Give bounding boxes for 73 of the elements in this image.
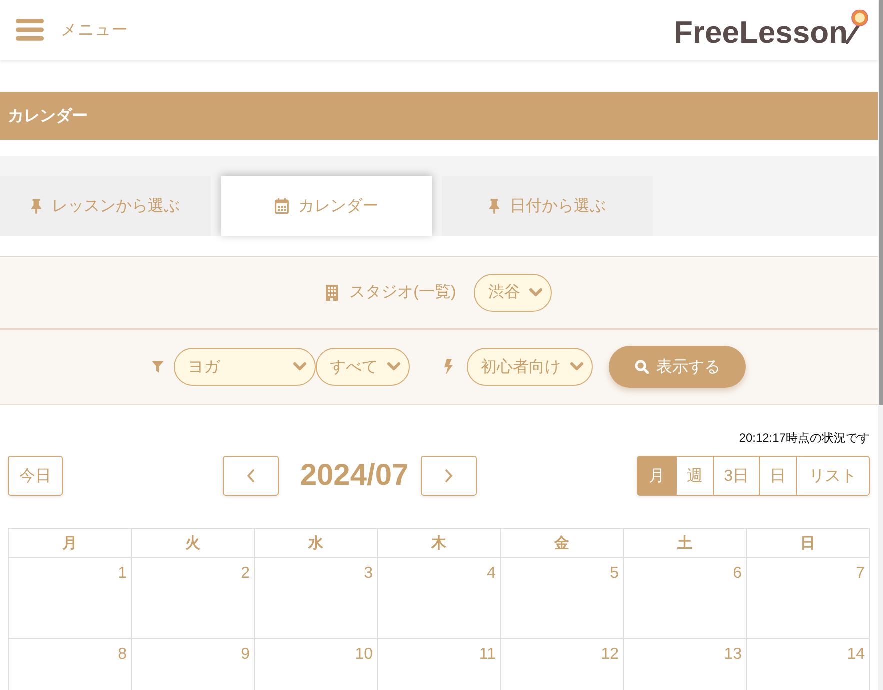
show-button[interactable]: 表示する [609,346,746,388]
day-cell[interactable]: 14 [747,639,870,690]
day-cell[interactable]: 7 [747,558,870,639]
day-number[interactable]: 14 [847,646,865,664]
weekday-header: 木 [432,534,446,552]
view-tab[interactable]: 週 [676,456,714,496]
day-number[interactable]: 8 [118,646,127,664]
day-number[interactable]: 2 [241,565,250,583]
day-cell[interactable]: 8 [9,639,132,690]
day-cell[interactable]: 2 [132,558,255,639]
today-button[interactable]: 今日 [8,456,63,496]
day-cell[interactable]: 6 [624,558,747,639]
day-number[interactable]: 3 [364,565,373,583]
tab[interactable]: レッスンから選ぶ [0,176,211,236]
view-tab[interactable]: 月 [637,456,678,496]
day-cell[interactable]: 4 [378,558,501,639]
day-cell[interactable]: 12 [501,639,624,690]
view-tab[interactable]: 日 [758,456,797,496]
tab[interactable]: カレンダー [221,176,432,236]
day-number[interactable]: 10 [355,646,373,664]
logo-pin-icon [846,10,868,44]
chevron-right-icon [444,469,453,483]
level-select[interactable]: 初心者向け [467,348,593,386]
day-number[interactable]: 7 [856,565,865,583]
search-icon [634,360,648,374]
tab[interactable]: 日付から選ぶ [442,176,653,236]
day-number[interactable]: 11 [479,646,496,664]
chevron-left-icon [247,469,256,483]
logo-text[interactable]: FreeLesson [674,15,848,51]
day-cell[interactable]: 10 [255,639,378,690]
day-number[interactable]: 9 [241,646,250,664]
bolt-icon [444,359,453,375]
next-month-button[interactable] [420,456,477,496]
day-number[interactable]: 5 [610,565,619,583]
weekday-header: 水 [308,534,324,552]
day-cell[interactable]: 11 [378,639,501,690]
day-number[interactable]: 6 [733,565,742,583]
menu-icon[interactable] [16,19,44,41]
filter-icon [152,361,164,373]
pushpin-icon [489,198,500,214]
previous-month-button[interactable] [223,456,280,496]
studio-label: スタジオ(一覧) [350,283,456,303]
weekday-header: 土 [678,534,692,552]
studio-select[interactable]: 渋谷 [474,274,552,312]
weekday-header: 火 [186,534,200,552]
calendar-icon [274,198,288,214]
day-cell[interactable]: 3 [255,558,378,639]
day-number[interactable]: 13 [724,646,742,664]
category-select[interactable]: ヨガ [174,348,316,386]
chevron-down-icon [529,288,544,298]
chevron-down-icon [570,362,584,372]
view-tab[interactable]: 3日 [713,456,760,496]
chevron-down-icon [293,362,307,372]
day-cell[interactable]: 1 [9,558,132,639]
pushpin-icon [31,198,42,214]
weekday-header: 金 [554,534,570,552]
day-number[interactable]: 4 [487,565,496,583]
subcategory-select[interactable]: すべて [316,348,410,386]
menu-label[interactable]: メニュー [61,20,129,40]
status-time-text: 20:12:17時点の状況です [739,430,870,447]
day-cell[interactable]: 13 [624,639,747,690]
weekday-header: 日 [800,534,816,552]
view-tab[interactable]: リスト [796,456,870,496]
weekday-header: 月 [62,534,78,552]
building-icon [326,284,338,300]
scrollbar-thumb[interactable] [879,0,883,405]
day-cell[interactable]: 5 [501,558,624,639]
day-number[interactable]: 12 [601,646,619,664]
day-number[interactable]: 1 [118,565,127,583]
page-title: カレンダー [8,106,88,126]
month-title: 2024/07 [300,459,409,493]
day-cell[interactable]: 9 [132,639,255,690]
chevron-down-icon [387,362,401,372]
